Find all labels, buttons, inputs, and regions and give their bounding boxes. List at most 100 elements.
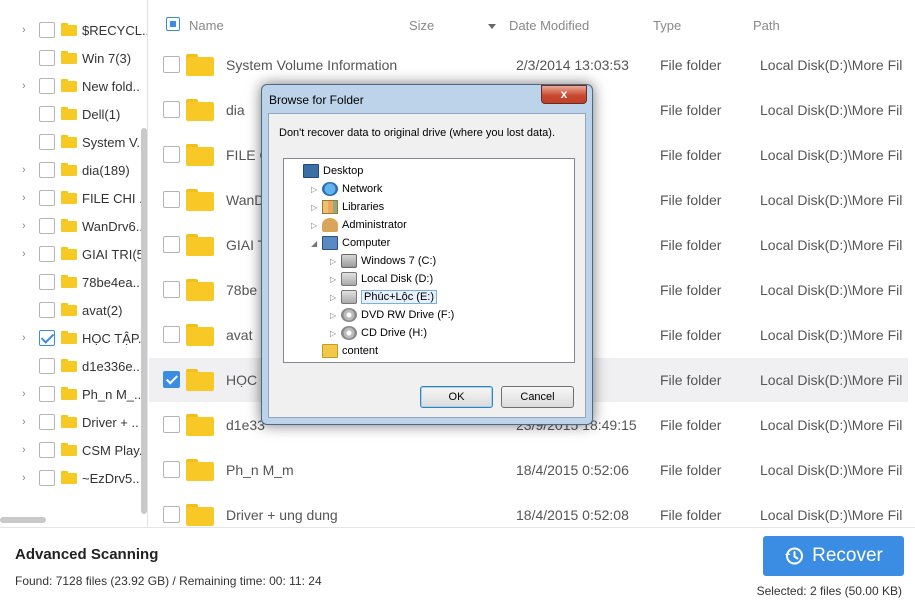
row-checkbox[interactable] bbox=[163, 416, 180, 433]
row-checkbox[interactable] bbox=[163, 56, 180, 73]
column-path-header[interactable]: Path bbox=[753, 18, 780, 33]
expand-arrow-icon[interactable]: › bbox=[22, 445, 32, 456]
expand-arrow-icon[interactable]: › bbox=[22, 25, 32, 36]
dialog-tree-node[interactable]: Desktop bbox=[284, 162, 574, 180]
tree-twisty-icon[interactable]: ▷ bbox=[330, 293, 338, 302]
file-path: Local Disk(D:)\More Fil bbox=[760, 462, 903, 478]
dialog-tree-node[interactable]: content bbox=[284, 342, 574, 360]
tree-item-label: CSM Play.. bbox=[82, 442, 147, 458]
column-name-header[interactable]: Name bbox=[189, 18, 224, 33]
tree-item-checkbox[interactable] bbox=[39, 302, 55, 318]
tree-item-checkbox[interactable] bbox=[39, 358, 55, 374]
select-all-checkbox[interactable] bbox=[166, 17, 180, 31]
row-checkbox[interactable] bbox=[163, 506, 180, 523]
tree-item-checkbox[interactable] bbox=[39, 218, 55, 234]
file-path: Local Disk(D:)\More Fil bbox=[760, 372, 903, 388]
expand-arrow-icon[interactable]: › bbox=[22, 389, 32, 400]
tree-item[interactable]: › GIAI TRI(5 bbox=[0, 240, 147, 268]
column-date-header[interactable]: Date Modified bbox=[509, 18, 589, 33]
row-checkbox[interactable] bbox=[163, 281, 180, 298]
tree-item[interactable]: › WanDrv6.. bbox=[0, 212, 147, 240]
row-checkbox[interactable] bbox=[163, 146, 180, 163]
expand-arrow-icon[interactable]: › bbox=[22, 165, 32, 176]
tree-item-checkbox[interactable] bbox=[39, 50, 55, 66]
dialog-tree-node[interactable]: ▷ Local Disk (D:) bbox=[284, 270, 574, 288]
expand-arrow-icon[interactable]: › bbox=[22, 221, 32, 232]
tree-item[interactable]: › ~EzDrv5.. bbox=[0, 464, 147, 492]
tree-item-checkbox[interactable] bbox=[39, 414, 55, 430]
row-checkbox[interactable] bbox=[163, 461, 180, 478]
expand-arrow-icon[interactable]: › bbox=[22, 473, 32, 484]
folder-icon bbox=[186, 144, 214, 169]
tree-item[interactable]: › HỌC TẬP.. bbox=[0, 324, 147, 352]
tree-horizontal-scrollbar[interactable] bbox=[0, 517, 46, 523]
tree-item-checkbox[interactable] bbox=[39, 22, 55, 38]
tree-item[interactable]: › New fold.. bbox=[0, 72, 147, 100]
tree-twisty-icon[interactable]: ▷ bbox=[330, 311, 338, 320]
file-path: Local Disk(D:)\More Fil bbox=[760, 507, 903, 523]
tree-item-checkbox[interactable] bbox=[39, 246, 55, 262]
tree-vertical-scrollbar[interactable] bbox=[141, 128, 147, 514]
row-checkbox[interactable] bbox=[163, 191, 180, 208]
tree-item[interactable]: › FILE CHI .. bbox=[0, 184, 147, 212]
tree-item-checkbox[interactable] bbox=[39, 78, 55, 94]
tree-item[interactable]: › dia(189) bbox=[0, 156, 147, 184]
dialog-tree-node[interactable]: ▷ Windows 7 (C:) bbox=[284, 252, 574, 270]
tree-item-checkbox[interactable] bbox=[39, 330, 55, 346]
dialog-tree-node[interactable]: ▷ Administrator bbox=[284, 216, 574, 234]
dialog-tree-node[interactable]: ▷ CD Drive (H:) bbox=[284, 324, 574, 342]
row-checkbox[interactable] bbox=[163, 326, 180, 343]
tree-twisty-icon[interactable]: ▷ bbox=[330, 275, 338, 284]
sort-desc-icon[interactable] bbox=[488, 24, 496, 29]
tree-item-checkbox[interactable] bbox=[39, 190, 55, 206]
dialog-tree-node[interactable]: ▷ DVD RW Drive (F:) bbox=[284, 306, 574, 324]
tree-twisty-icon[interactable]: ▷ bbox=[311, 221, 319, 230]
expand-arrow-icon[interactable]: › bbox=[22, 249, 32, 260]
tree-item[interactable]: › Ph_n M_.. bbox=[0, 380, 147, 408]
tree-item[interactable]: avat(2) bbox=[0, 296, 147, 324]
tree-item[interactable]: › Driver + .. bbox=[0, 408, 147, 436]
tree-item-checkbox[interactable] bbox=[39, 274, 55, 290]
recover-button[interactable]: Recover bbox=[763, 536, 904, 576]
libraries-icon bbox=[322, 200, 338, 214]
tree-twisty-icon[interactable]: ◢ bbox=[311, 239, 319, 248]
table-row[interactable]: Ph_n M_m 18/4/2015 0:52:06 File folder Loca… bbox=[149, 448, 908, 492]
column-size-header[interactable]: Size bbox=[409, 18, 434, 33]
tree-twisty-icon[interactable]: ▷ bbox=[311, 203, 319, 212]
column-type-header[interactable]: Type bbox=[653, 18, 681, 33]
tree-twisty-icon[interactable]: ▷ bbox=[330, 257, 338, 266]
tree-item-checkbox[interactable] bbox=[39, 442, 55, 458]
tree-item-checkbox[interactable] bbox=[39, 134, 55, 150]
expand-arrow-icon[interactable]: › bbox=[22, 193, 32, 204]
tree-item-checkbox[interactable] bbox=[39, 162, 55, 178]
tree-item[interactable]: Dell(1) bbox=[0, 100, 147, 128]
dialog-tree-node[interactable]: ▷ Phúc+Lộc (E:) bbox=[284, 288, 574, 306]
cancel-button[interactable]: Cancel bbox=[501, 386, 574, 408]
expand-arrow-icon[interactable]: › bbox=[22, 81, 32, 92]
row-checkbox[interactable] bbox=[163, 236, 180, 253]
tree-item[interactable]: Win 7(3) bbox=[0, 44, 147, 72]
tree-item[interactable]: 78be4ea.. bbox=[0, 268, 147, 296]
tree-twisty-icon[interactable]: ▷ bbox=[330, 329, 338, 338]
expand-arrow-icon[interactable]: › bbox=[22, 417, 32, 428]
dialog-tree-node[interactable]: ◢ Computer bbox=[284, 234, 574, 252]
row-checkbox[interactable] bbox=[163, 371, 180, 388]
folder-tree-view[interactable]: Desktop ▷ Network ▷ Libraries ▷ Administrator ◢… bbox=[283, 158, 575, 363]
ok-button[interactable]: OK bbox=[420, 386, 493, 408]
tree-item[interactable]: System V.. bbox=[0, 128, 147, 156]
tree-item[interactable]: d1e336e.. bbox=[0, 352, 147, 380]
expand-arrow-icon[interactable]: › bbox=[22, 333, 32, 344]
dialog-tree-node[interactable]: ▷ Network bbox=[284, 180, 574, 198]
dialog-tree-node[interactable]: ▷ Libraries bbox=[284, 198, 574, 216]
tree-item[interactable]: › $RECYCL.. bbox=[0, 16, 147, 44]
tree-item[interactable]: › CSM Play.. bbox=[0, 436, 147, 464]
table-row[interactable]: System Volume Information 2/3/2014 13:03:… bbox=[149, 43, 908, 87]
tree-item-checkbox[interactable] bbox=[39, 386, 55, 402]
tree-item-checkbox[interactable] bbox=[39, 106, 55, 122]
dialog-close-button[interactable]: x bbox=[541, 85, 587, 104]
table-row[interactable]: Driver + ung dung 18/4/2015 0:52:08 File f… bbox=[149, 493, 908, 527]
tree-item-checkbox[interactable] bbox=[39, 470, 55, 486]
row-checkbox[interactable] bbox=[163, 101, 180, 118]
file-type: File folder bbox=[660, 237, 722, 253]
tree-twisty-icon[interactable]: ▷ bbox=[311, 185, 319, 194]
